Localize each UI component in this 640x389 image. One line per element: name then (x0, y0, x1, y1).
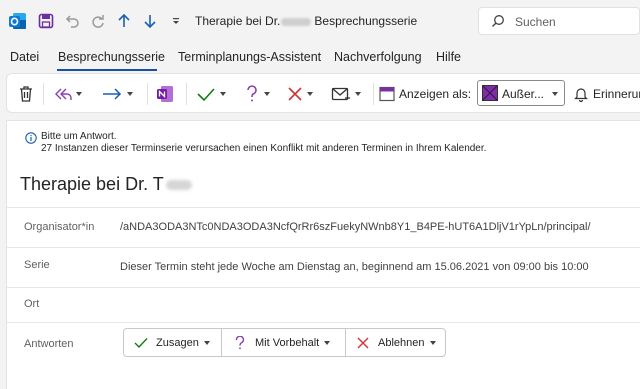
decline-response-button[interactable]: Ablehnen (357, 329, 436, 356)
forward-button[interactable] (101, 82, 133, 106)
show-as-value: Außer... (502, 87, 545, 101)
window-title: Therapie bei Dr. Besprechungsserie (195, 14, 417, 28)
redacted-name (165, 180, 192, 191)
appointment-subject: Therapie bei Dr. T (20, 174, 192, 195)
organizer-label: Organisator*in (24, 221, 95, 233)
search-box[interactable]: Suchen (478, 7, 640, 35)
out-of-office-swatch-icon (482, 85, 498, 101)
delete-button[interactable] (18, 82, 34, 106)
chevron-down-icon (552, 92, 558, 96)
chevron-down-icon (264, 92, 270, 96)
ribbon-toolbar: Anzeigen als: Außer... Erinnerun (6, 73, 640, 113)
onenote-button[interactable] (155, 82, 175, 106)
chevron-down-icon (324, 340, 331, 345)
accept-label: Zusagen (156, 336, 199, 349)
tentative-button[interactable] (244, 82, 270, 106)
organizer-value: /aNDA3ODA3NTc0NDA3ODA3NcfQrRr6szFuekyNWn… (120, 221, 591, 233)
x-icon (357, 337, 369, 348)
show-as-dropdown[interactable]: Außer... (477, 80, 565, 106)
menu-bar: Datei Besprechungsserie Terminplanungs-A… (0, 42, 640, 72)
info-icon (25, 132, 37, 144)
subject-text: Therapie bei Dr. T (20, 174, 164, 194)
quick-access-more-icon[interactable] (166, 11, 186, 31)
chevron-down-icon (429, 340, 436, 345)
checkmark-icon (134, 337, 148, 348)
undo-icon[interactable] (62, 11, 82, 31)
accept-button[interactable] (196, 82, 226, 106)
chevron-down-icon (203, 340, 210, 345)
redacted-name (281, 17, 312, 26)
menu-datei[interactable]: Datei (10, 50, 39, 64)
decline-label: Ablehnen (378, 336, 425, 349)
chevron-down-icon (355, 92, 361, 96)
tentative-label: Mit Vorbehalt (255, 336, 320, 349)
reminder-label: Erinnerun (593, 87, 640, 101)
decline-button[interactable] (287, 82, 313, 106)
respond-mail-icon (331, 87, 350, 101)
show-as-icon (379, 86, 395, 102)
active-menu-indicator (57, 69, 157, 71)
chevron-down-icon (307, 92, 313, 96)
reply-all-button[interactable] (52, 82, 82, 106)
accept-response-button[interactable]: Zusagen (134, 329, 210, 356)
up-arrow-icon[interactable] (114, 11, 134, 31)
title-prefix: Therapie bei Dr. (195, 14, 281, 28)
chevron-down-icon (127, 92, 133, 96)
outlook-app-icon (8, 11, 28, 31)
series-label: Serie (24, 259, 50, 271)
button-divider (221, 329, 222, 356)
location-label: Ort (24, 298, 40, 310)
redo-icon[interactable] (88, 11, 108, 31)
question-mark-icon (235, 335, 245, 349)
response-button-group: Zusagen Mit Vorbehalt Ablehnen (123, 328, 446, 357)
location-row[interactable]: Ort (7, 287, 640, 322)
appointment-form: Bitte um Antwort. 27 Instanzen dieser Te… (6, 120, 640, 389)
chevron-down-icon (76, 92, 82, 96)
reminder-control[interactable]: Erinnerun (573, 82, 640, 106)
ribbon-separator (186, 83, 187, 105)
search-placeholder: Suchen (515, 15, 556, 29)
forward-icon (103, 88, 122, 100)
ribbon-separator (147, 83, 148, 105)
show-as-control[interactable]: Anzeigen als: (379, 82, 471, 106)
onenote-icon (157, 86, 173, 102)
title-suffix: Besprechungsserie (314, 14, 418, 28)
title-bar: Therapie bei Dr. Besprechungsserie Suchen (0, 0, 640, 42)
ribbon-separator (43, 83, 44, 105)
show-as-label: Anzeigen als: (399, 87, 472, 101)
ribbon-separator (373, 83, 374, 105)
menu-besprechungsserie[interactable]: Besprechungsserie (58, 50, 165, 64)
series-row: Serie Dieser Termin steht jede Woche am … (7, 247, 640, 287)
bell-icon (574, 88, 588, 102)
delete-icon (20, 86, 32, 102)
series-value: Dieser Termin steht jede Woche am Dienst… (120, 261, 589, 273)
save-icon[interactable] (36, 11, 56, 31)
tentative-icon (247, 85, 257, 102)
button-divider (345, 329, 346, 356)
organizer-row: Organisator*in /aNDA3ODA3NTc0NDA3ODA3Ncf… (7, 207, 640, 247)
chevron-down-icon (220, 92, 226, 96)
down-arrow-icon[interactable] (140, 11, 160, 31)
respond-mail-button[interactable] (331, 82, 361, 106)
info-line-1: Bitte um Antwort. (41, 131, 117, 142)
tentative-response-button[interactable]: Mit Vorbehalt (234, 329, 331, 356)
accept-icon (197, 88, 215, 102)
search-icon (492, 15, 504, 27)
reply-all-icon (55, 88, 72, 100)
responses-label: Antworten (24, 338, 74, 350)
menu-hilfe[interactable]: Hilfe (436, 50, 461, 64)
menu-nachverfolgung[interactable]: Nachverfolgung (334, 50, 422, 64)
decline-icon (288, 87, 302, 101)
menu-terminplanungs-assistent[interactable]: Terminplanungs-Assistent (178, 50, 321, 64)
info-line-2: 27 Instanzen dieser Terminserie verursac… (41, 143, 487, 154)
